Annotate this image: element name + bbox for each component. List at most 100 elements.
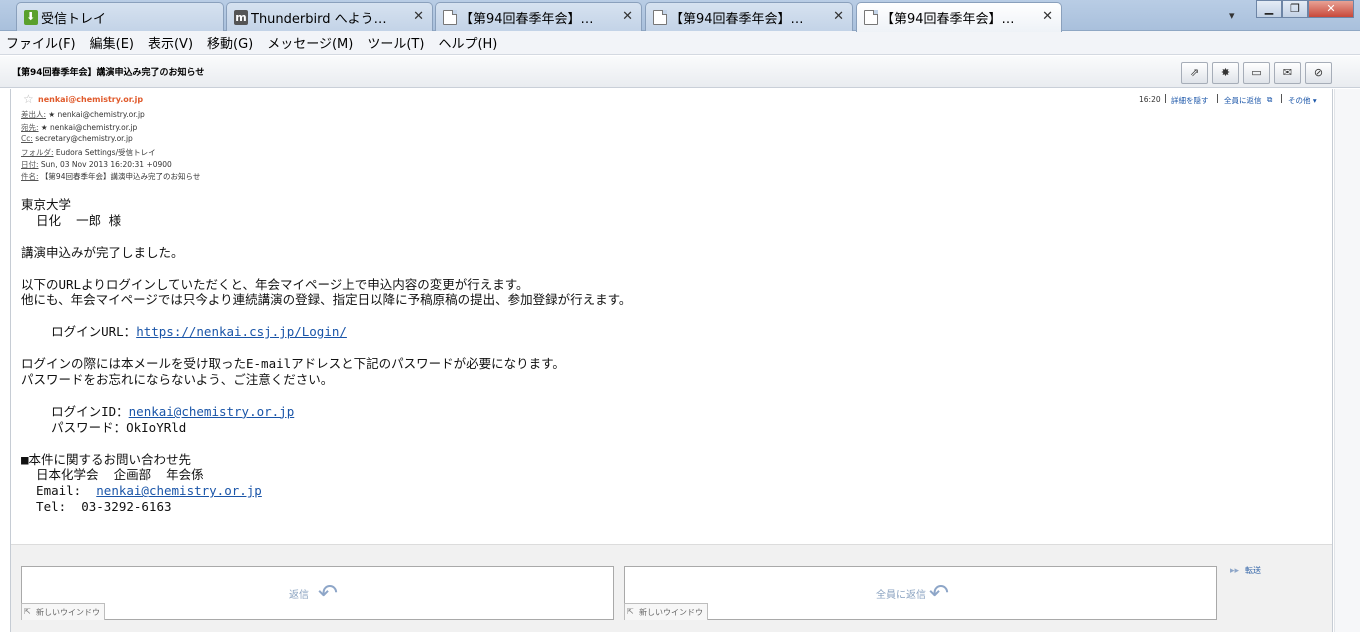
contact-tel: Tel: 03-3292-6163 [21, 499, 172, 515]
inbox-download-icon [24, 10, 38, 25]
close-icon[interactable]: ✕ [622, 9, 633, 24]
menu-bar: ファイル(F) 編集(E) 表示(V) 移動(G) メッセージ(M) ツール(T… [0, 31, 1360, 55]
menu-help[interactable]: ヘルプ(H) [438, 33, 497, 52]
header-value: Sun, 03 Nov 2013 16:20:31 +0900 [40, 160, 172, 169]
block-icon: ⊘ [1313, 66, 1324, 79]
tab-message-3[interactable]: 【第94回春季年会】講演... ✕ [856, 2, 1062, 32]
header-row-date: 日付: Sun, 03 Nov 2013 16:20:31 +0900 [21, 159, 172, 170]
document-icon [864, 10, 878, 25]
new-window-label: 新しいウインドウ [639, 608, 703, 617]
reply-arrow-icon: ↶ [318, 579, 339, 607]
menu-go[interactable]: 移動(G) [207, 33, 253, 52]
tab-welcome[interactable]: m Thunderbird へようこそ ✕ [226, 2, 433, 31]
menu-message[interactable]: メッセージ(M) [267, 33, 353, 52]
header-label: 日付: [21, 160, 39, 169]
hide-details-link[interactable]: 詳細を隠す [1171, 95, 1209, 106]
menu-view[interactable]: 表示(V) [148, 33, 193, 52]
contact-email-label: Email: [21, 483, 97, 499]
header-value[interactable]: secretary@chemistry.or.jp [35, 134, 133, 143]
tab-list-chevron-icon[interactable]: ▾ [1229, 9, 1235, 22]
login-id-link[interactable]: nenkai@chemistry.or.jp [129, 404, 295, 419]
reply-all-arrow-icon: ↶ [929, 579, 950, 607]
message-time: 16:20 [1139, 95, 1161, 104]
header-row-cc: Cc: secretary@chemistry.or.jp [21, 134, 133, 143]
body-line: 以下のURLよりログインしていただくと、年会マイページ上で申込内容の変更が行えま… [21, 276, 529, 292]
tab-label: 【第94回春季年会】講演... [670, 11, 815, 27]
divider [1281, 94, 1282, 103]
header-label: 件名: [21, 172, 39, 181]
new-window-icon: ⇱ [627, 607, 634, 616]
more-menu[interactable]: その他 ▾ [1288, 95, 1317, 106]
forward-button[interactable]: ▸▸ 転送 [1230, 565, 1261, 576]
minimize-button[interactable]: ▁ [1256, 0, 1282, 18]
tab-inbox[interactable]: 受信トレイ [16, 2, 224, 31]
divider [1165, 94, 1166, 103]
tab-label: 【第94回春季年会】講演... [881, 12, 1026, 27]
reply-all-link[interactable]: 全員に返信 [1224, 95, 1262, 106]
from-address[interactable]: nenkai@chemistry.or.jp [38, 95, 143, 104]
tab-label: 【第94回春季年会】講演... [460, 11, 605, 27]
tab-message-2[interactable]: 【第94回春季年会】講演... ✕ [645, 2, 853, 31]
subject-title: 【第94回春季年会】講演申込み完了のお知らせ [12, 68, 205, 78]
reply-label: 返信 [289, 590, 309, 601]
popout-icon[interactable]: ⧉ [1267, 95, 1272, 105]
contact-email-link[interactable]: nenkai@chemistry.or.jp [96, 483, 262, 498]
divider [1217, 94, 1218, 103]
mail-button[interactable]: ✉ [1274, 62, 1301, 84]
header-value: Eudora Settings/受信トレイ [55, 148, 156, 157]
tab-strip: 受信トレイ m Thunderbird へようこそ ✕ 【第94回春季年会】講演… [0, 0, 1360, 32]
reply-all-label: 全員に返信 [876, 590, 926, 601]
body-line: ログインの際には本メールを受け取ったE-mailアドレスと下記のパスワードが必要… [21, 356, 565, 372]
close-window-button[interactable]: ✕ [1308, 0, 1354, 18]
tab-label: Thunderbird へようこそ [251, 11, 396, 27]
header-value[interactable]: ★ nenkai@chemistry.or.jp [48, 110, 144, 119]
header-row-from: 差出人: ★ nenkai@chemistry.or.jp [21, 109, 145, 120]
login-id-label: ログインID： [21, 403, 129, 419]
quick-reply-box[interactable]: 返信 ↶ [21, 566, 614, 620]
contact-org: 日本化学会 企画部 年会係 [21, 467, 204, 483]
header-label: 差出人: [21, 110, 47, 119]
header-value: 【第94回春季年会】講演申込み完了のお知らせ [40, 172, 201, 181]
close-icon[interactable]: ✕ [833, 9, 844, 24]
menu-file[interactable]: ファイル(F) [6, 33, 76, 52]
message-pane: ☆ nenkai@chemistry.or.jp 16:20 詳細を隠す 全員に… [10, 89, 1333, 632]
message-toolbar: 【第94回春季年会】講演申込み完了のお知らせ ⇗ ✸ ▭ ✉ ⊘ [0, 56, 1360, 88]
mail-icon: ✉ [1282, 66, 1293, 79]
contact-title: ■本件に関するお問い合わせ先 [21, 451, 192, 467]
password-line: パスワード：OkIoYRld [21, 419, 187, 435]
body-line: パスワードをお忘れにならないよう、ご注意ください。 [21, 371, 334, 387]
body-line: 日化 一郎 様 [21, 212, 122, 228]
header-row-folder: フォルダ: Eudora Settings/受信トレイ [21, 147, 156, 158]
body-line: 講演申込みが完了しました。 [21, 244, 184, 260]
archive-button[interactable]: ▭ [1243, 62, 1270, 84]
new-window-button-reply-all[interactable]: ⇱ 新しいウインドウ [624, 603, 708, 620]
header-label: フォルダ: [21, 148, 54, 157]
settings-button[interactable]: ✸ [1212, 62, 1239, 84]
header-value[interactable]: ★ nenkai@chemistry.or.jp [41, 123, 137, 132]
new-window-button[interactable]: ⇱ 新しいウインドウ [21, 603, 105, 620]
new-window-icon: ⇱ [24, 607, 31, 616]
header-row-subject: 件名: 【第94回春季年会】講演申込み完了のお知らせ [21, 171, 200, 182]
menu-edit[interactable]: 編集(E) [90, 33, 134, 52]
body-line: 他にも、年会マイページでは只今より連続講演の登録、指定日以降に予稿原稿の提出、参… [21, 292, 632, 308]
maximize-button[interactable]: ❐ [1282, 0, 1308, 18]
star-icon[interactable]: ☆ [23, 92, 34, 106]
quick-reply-all-box[interactable]: 全員に返信 ↶ [624, 566, 1217, 620]
open-in-new-button[interactable]: ⇗ [1181, 62, 1208, 84]
header-label: 宛先: [21, 123, 39, 132]
new-window-label: 新しいウインドウ [36, 608, 100, 617]
header-row-to: 宛先: ★ nenkai@chemistry.or.jp [21, 122, 137, 133]
login-url-link[interactable]: https://nenkai.csj.jp/Login/ [136, 324, 347, 339]
tab-message-1[interactable]: 【第94回春季年会】講演... ✕ [435, 2, 642, 31]
junk-button[interactable]: ⊘ [1305, 62, 1332, 84]
m-logo-icon: m [234, 10, 248, 25]
forward-icon: ▸▸ [1230, 566, 1240, 576]
menu-tools[interactable]: ツール(T) [367, 33, 424, 52]
close-icon[interactable]: ✕ [413, 9, 424, 24]
header-label: Cc: [21, 134, 33, 143]
message-body: 東京大学 日化 一郎 様 講演申込みが完了しました。 以下のURLよりログインし… [21, 197, 1321, 515]
close-icon[interactable]: ✕ [1042, 9, 1053, 24]
body-line: 東京大学 [21, 197, 72, 212]
archive-icon: ▭ [1251, 66, 1262, 79]
scrollbar-gutter[interactable] [1334, 89, 1360, 632]
